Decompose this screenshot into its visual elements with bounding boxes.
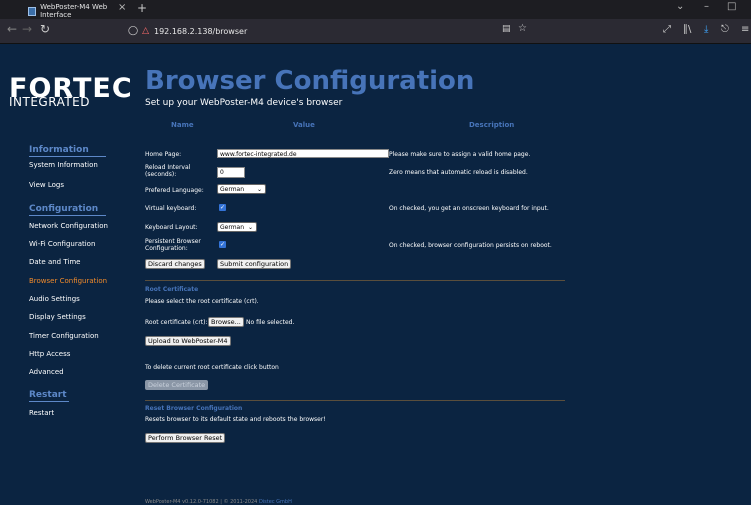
column-header-value: Value bbox=[293, 121, 315, 129]
url-bar[interactable]: ◯ △ 192.168.2.138/browser ▤ ☆ bbox=[128, 22, 528, 40]
shield-icon[interactable]: ◯ bbox=[128, 26, 138, 36]
tab-title: WebPoster-M4 Web Interface bbox=[40, 3, 108, 19]
sidebar-heading-information: Information bbox=[29, 145, 106, 157]
sidebar-item-audio-settings[interactable]: Audio Settings bbox=[29, 295, 80, 303]
keyboard-layout-label: Keyboard Layout: bbox=[145, 224, 198, 231]
sidebar-item-browser-configuration[interactable]: Browser Configuration bbox=[29, 277, 107, 285]
keyboard-layout-select[interactable]: German ⌄ bbox=[217, 222, 257, 232]
persistent-config-label-line1: Persistent Browser bbox=[145, 238, 201, 245]
browser-tab[interactable]: WebPoster-M4 Web Interface bbox=[28, 3, 108, 19]
reset-browser-title: Reset Browser Configuration bbox=[145, 405, 243, 412]
browse-button[interactable]: Browse... bbox=[208, 317, 244, 327]
url-text[interactable]: 192.168.2.138/browser bbox=[154, 27, 247, 36]
resize-icon[interactable]: ⤢ bbox=[663, 24, 671, 35]
divider bbox=[145, 400, 565, 401]
discard-changes-button[interactable]: Discard changes bbox=[145, 259, 205, 269]
column-header-description: Description bbox=[469, 121, 515, 129]
sidebar-heading-configuration: Configuration bbox=[29, 204, 106, 216]
chevron-down-icon: ⌄ bbox=[256, 186, 262, 193]
sidebar-item-restart[interactable]: Restart bbox=[29, 409, 54, 417]
reset-browser-description: Resets browser to its default state and … bbox=[145, 416, 326, 423]
browser-titlebar: WebPoster-M4 Web Interface × + ⌄ – □ bbox=[0, 0, 751, 19]
root-certificate-file-label: Root certificate (crt): bbox=[145, 319, 208, 326]
sidebar-heading-restart: Restart bbox=[29, 390, 69, 402]
footer: WebPoster-M4 v0.12.0-71082 | © 2011-2024… bbox=[145, 499, 292, 505]
tab-favicon-icon bbox=[28, 6, 37, 16]
virtual-keyboard-label: Virtual keyboard: bbox=[145, 205, 197, 212]
footer-text: WebPoster-M4 v0.12.0-71082 | © 2011-2024 bbox=[145, 499, 258, 505]
sidebar-item-http-access[interactable]: Http Access bbox=[29, 350, 70, 358]
virtual-keyboard-description: On checked, you get an onscreen keyboard… bbox=[389, 205, 549, 212]
root-certificate-title: Root Certificate bbox=[145, 286, 199, 293]
reload-interval-label-line2: (seconds): bbox=[145, 171, 177, 178]
new-tab-icon[interactable]: + bbox=[137, 1, 147, 15]
sidebar-item-timer-configuration[interactable]: Timer Configuration bbox=[29, 332, 99, 340]
sidebar-item-network-configuration[interactable]: Network Configuration bbox=[29, 222, 108, 230]
reload-icon[interactable]: ↻ bbox=[40, 22, 50, 36]
sidebar-item-wifi-configuration[interactable]: Wi-Fi Configuration bbox=[29, 240, 95, 248]
logo-integrated: INTEGRATED bbox=[9, 95, 91, 109]
reload-interval-input[interactable]: 0 bbox=[217, 167, 245, 178]
language-label: Prefered Language: bbox=[145, 187, 204, 194]
perform-browser-reset-button[interactable]: Perform Browser Reset bbox=[145, 433, 226, 443]
sidebar-item-date-and-time[interactable]: Date and Time bbox=[29, 258, 80, 266]
account-icon[interactable]: ⎋ bbox=[721, 24, 729, 35]
maximize-icon[interactable]: □ bbox=[727, 1, 736, 12]
home-page-description: Please make sure to assign a valid home … bbox=[389, 151, 531, 158]
page-title: Browser Configuration bbox=[145, 66, 475, 96]
root-certificate-instruction: Please select the root certificate (crt)… bbox=[145, 298, 259, 305]
reader-icon[interactable]: ▤ bbox=[502, 24, 511, 34]
divider bbox=[145, 280, 565, 281]
keyboard-layout-select-value: German bbox=[220, 224, 245, 231]
chevron-down-icon: ⌄ bbox=[247, 224, 253, 231]
persistent-config-description: On checked, browser configuration persis… bbox=[389, 242, 552, 249]
home-page-input[interactable]: www.fortec-integrated.de bbox=[217, 149, 389, 158]
download-icon[interactable]: ⤓ bbox=[704, 24, 708, 35]
tab-close-icon[interactable]: × bbox=[118, 2, 126, 13]
forward-icon[interactable]: → bbox=[22, 22, 32, 36]
sidebar-item-advanced[interactable]: Advanced bbox=[29, 368, 64, 376]
bookmark-star-icon[interactable]: ☆ bbox=[518, 23, 527, 34]
column-header-name: Name bbox=[171, 121, 194, 129]
reload-interval-label-line1: Reload Interval bbox=[145, 164, 191, 171]
language-select[interactable]: German ⌄ bbox=[217, 184, 266, 194]
reload-interval-description: Zero means that automatic reload is disa… bbox=[389, 169, 528, 176]
home-page-label: Home Page: bbox=[145, 151, 182, 158]
page-subtitle: Set up your WebPoster-M4 device's browse… bbox=[145, 98, 343, 108]
delete-certificate-instruction: To delete current root certificate click… bbox=[145, 364, 279, 371]
menu-icon[interactable]: ≡ bbox=[741, 24, 749, 35]
lock-icon[interactable]: △ bbox=[142, 26, 149, 36]
virtual-keyboard-checkbox[interactable]: ✓ bbox=[219, 204, 226, 211]
submit-configuration-button[interactable]: Submit configuration bbox=[217, 259, 292, 269]
page-content: FORTEC INTEGRATED Browser Configuration … bbox=[9, 44, 751, 505]
minimize-icon[interactable]: – bbox=[704, 1, 709, 12]
upload-button[interactable]: Upload to WebPoster-M4 bbox=[145, 336, 231, 346]
no-file-selected-text: No file selected. bbox=[246, 319, 295, 326]
browser-toolbar: ← → ↻ ◯ △ 192.168.2.138/browser ▤ ☆ ⤢ ∥\… bbox=[0, 19, 751, 44]
sidebar-item-view-logs[interactable]: View Logs bbox=[29, 181, 64, 189]
sidebar-item-system-information[interactable]: System Information bbox=[29, 161, 98, 169]
library-icon[interactable]: ∥\ bbox=[683, 24, 691, 35]
sidebar-item-display-settings[interactable]: Display Settings bbox=[29, 313, 86, 321]
delete-certificate-button[interactable]: Delete Certificate bbox=[145, 380, 209, 390]
back-icon[interactable]: ← bbox=[7, 22, 17, 36]
persistent-config-checkbox[interactable]: ✓ bbox=[219, 241, 226, 248]
tab-list-chevron-icon[interactable]: ⌄ bbox=[676, 1, 684, 12]
persistent-config-label-line2: Configuration: bbox=[145, 245, 188, 252]
language-select-value: German bbox=[220, 186, 245, 193]
footer-link[interactable]: Distec GmbH bbox=[259, 499, 292, 505]
